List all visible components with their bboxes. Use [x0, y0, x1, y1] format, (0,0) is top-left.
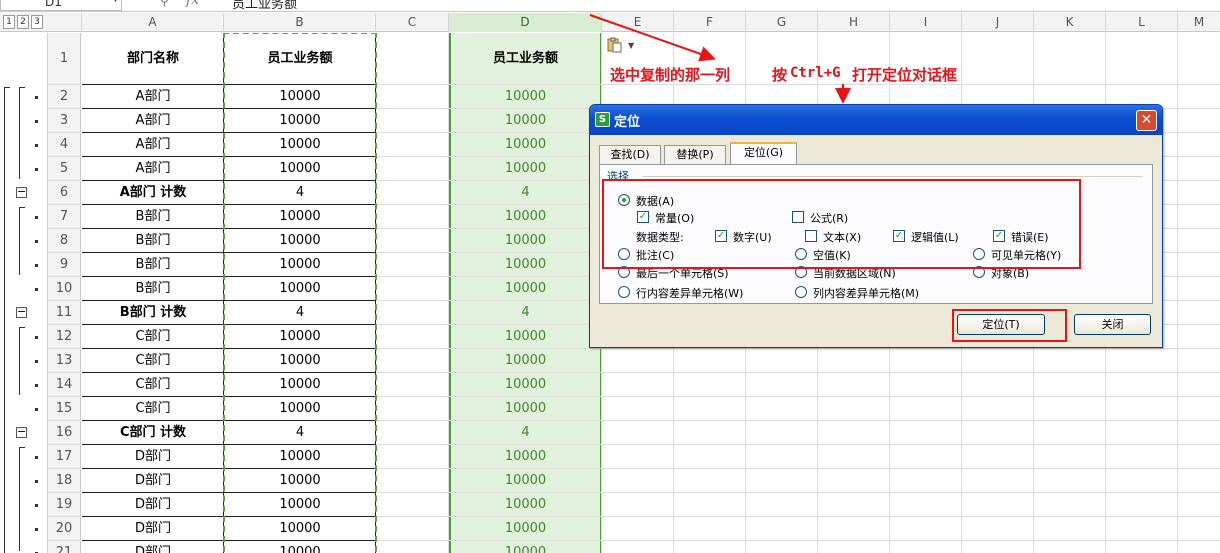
- option-row-differences-label: 行内容差异单元格(W): [636, 287, 744, 300]
- tab-find[interactable]: 查找(D): [599, 145, 661, 164]
- radio-column-differences[interactable]: [795, 286, 807, 298]
- close-icon[interactable]: ✕: [1136, 110, 1157, 131]
- group-divider: [642, 176, 1142, 177]
- close-button[interactable]: 关闭: [1074, 314, 1151, 335]
- tab-goto[interactable]: 定位(G): [730, 142, 797, 165]
- dialog-title-bar[interactable]: S 定位 ✕: [590, 105, 1162, 135]
- radio-row-differences[interactable]: [618, 286, 630, 298]
- arrow-to-step1: [589, 14, 716, 62]
- option-column-differences-label: 列内容差异单元格(M): [813, 287, 920, 300]
- highlight-goto-button: [952, 309, 1067, 342]
- wps-app-icon: S: [595, 112, 610, 127]
- dialog-title: 定位: [614, 115, 641, 130]
- tab-replace[interactable]: 替换(P): [664, 145, 726, 164]
- highlight-data-options: [602, 179, 1081, 269]
